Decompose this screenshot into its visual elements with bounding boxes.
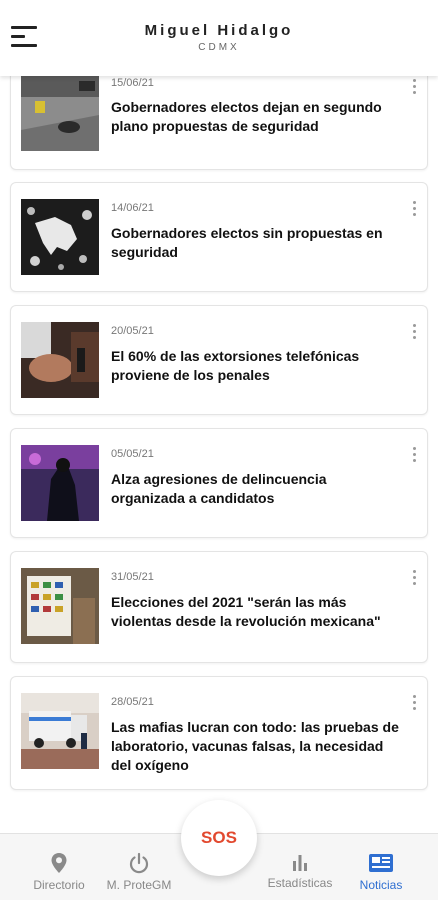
news-thumbnail <box>21 445 99 521</box>
news-title[interactable]: El 60% de las extorsiones telefónicas pr… <box>111 347 401 385</box>
news-date: 28/05/21 <box>111 696 154 708</box>
news-date: 20/05/21 <box>111 325 154 337</box>
nav-label: Directorio <box>33 878 85 892</box>
more-options-icon[interactable] <box>409 322 419 342</box>
news-card[interactable]: 28/05/21 Las mafias lucran con todo: las… <box>10 676 428 790</box>
news-card[interactable]: 14/06/21 Gobernadores electos sin propue… <box>10 182 428 292</box>
nav-item-noticias[interactable]: Noticias <box>350 852 412 892</box>
app-header: Miguel Hidalgo CDMX <box>0 0 438 76</box>
news-title[interactable]: Elecciones del 2021 "serán las más viole… <box>111 593 401 631</box>
news-thumbnail <box>21 322 99 398</box>
news-card[interactable]: 31/05/21 Elecciones del 2021 "serán las … <box>10 551 428 663</box>
bar-chart-icon <box>293 855 307 871</box>
more-options-icon[interactable] <box>409 693 419 713</box>
news-date: 05/05/21 <box>111 448 154 460</box>
brand: Miguel Hidalgo CDMX <box>0 22 438 53</box>
more-options-icon[interactable] <box>409 199 419 219</box>
news-card[interactable]: 20/05/21 El 60% de las extorsiones telef… <box>10 305 428 415</box>
power-icon <box>129 852 149 874</box>
news-card[interactable]: 05/05/21 Alza agresiones de delincuencia… <box>10 428 428 538</box>
news-card[interactable]: 15/06/21 Gobernadores electos dejan en s… <box>10 66 428 170</box>
news-date: 31/05/21 <box>111 571 154 583</box>
sos-button[interactable]: SOS <box>181 800 257 876</box>
news-thumbnail <box>21 568 99 644</box>
nav-label: Estadísticas <box>267 876 333 890</box>
news-date: 14/06/21 <box>111 202 154 214</box>
news-thumbnail <box>21 75 99 151</box>
news-feed[interactable]: 15/06/21 Gobernadores electos dejan en s… <box>0 0 438 900</box>
more-options-icon[interactable] <box>409 568 419 588</box>
app-title: Miguel Hidalgo <box>144 22 294 39</box>
app-subtitle: CDMX <box>198 42 240 53</box>
news-title[interactable]: Gobernadores electos dejan en segundo pl… <box>111 98 401 136</box>
nav-label: Noticias <box>359 878 403 892</box>
more-options-icon[interactable] <box>409 77 419 97</box>
news-thumbnail <box>21 693 99 769</box>
nav-item-estadisticas[interactable]: Estadísticas <box>260 852 340 890</box>
nav-label: M. ProteGM <box>106 878 172 892</box>
news-title[interactable]: Alza agresiones de delincuencia organiza… <box>111 470 401 508</box>
map-pin-icon <box>51 853 67 873</box>
newspaper-icon <box>369 854 393 872</box>
more-options-icon[interactable] <box>409 445 419 465</box>
news-title[interactable]: Gobernadores electos sin propuestas en s… <box>111 224 401 262</box>
nav-item-m-protegm[interactable]: M. ProteGM <box>99 852 179 892</box>
news-thumbnail <box>21 199 99 275</box>
news-title[interactable]: Las mafias lucran con todo: las pruebas … <box>111 718 401 775</box>
news-date: 15/06/21 <box>111 77 154 89</box>
nav-item-directorio[interactable]: Directorio <box>26 852 92 892</box>
